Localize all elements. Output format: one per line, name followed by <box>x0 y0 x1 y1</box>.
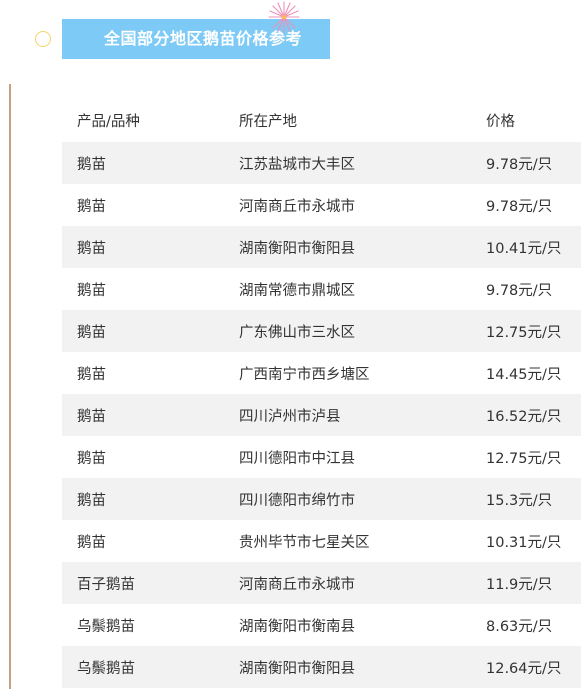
product-cell: 百子鹅苗 <box>77 576 135 593</box>
product-cell: 鹅苗 <box>77 156 106 173</box>
table-row: 鹅苗 湖南衡阳市衡阳县 10.41元/只 <box>62 226 581 268</box>
firework-icon <box>268 1 300 33</box>
origin-cell: 四川德阳市绵竹市 <box>239 492 355 509</box>
header-origin: 所在产地 <box>239 113 297 130</box>
left-accent-line <box>9 84 11 689</box>
origin-cell: 湖南衡阳市衡南县 <box>239 618 355 635</box>
price-cell: 10.41元/只 <box>486 240 562 257</box>
table-row: 鹅苗 贵州毕节市七星关区 10.31元/只 <box>62 520 581 562</box>
price-cell: 10.31元/只 <box>486 534 562 551</box>
table-row: 鹅苗 河南商丘市永城市 9.78元/只 <box>62 184 581 226</box>
product-cell: 鹅苗 <box>77 534 106 551</box>
table-row: 鹅苗 四川德阳市中江县 12.75元/只 <box>62 436 581 478</box>
table-row: 乌鬃鹅苗 湖南衡阳市衡阳县 12.64元/只 <box>62 646 581 688</box>
origin-cell: 贵州毕节市七星关区 <box>239 534 370 551</box>
decorative-circle <box>35 31 51 47</box>
table-row: 鹅苗 广西南宁市西乡塘区 14.45元/只 <box>62 352 581 394</box>
product-cell: 鹅苗 <box>77 366 106 383</box>
origin-cell: 河南商丘市永城市 <box>239 576 355 593</box>
price-cell: 15.3元/只 <box>486 492 553 509</box>
origin-cell: 湖南衡阳市衡阳县 <box>239 660 355 677</box>
price-cell: 9.78元/只 <box>486 282 553 299</box>
origin-cell: 广西南宁市西乡塘区 <box>239 366 370 383</box>
table-row: 鹅苗 江苏盐城市大丰区 9.78元/只 <box>62 142 581 184</box>
product-cell: 鹅苗 <box>77 324 106 341</box>
table-row: 百子鹅苗 河南商丘市永城市 11.9元/只 <box>62 562 581 604</box>
origin-cell: 四川德阳市中江县 <box>239 450 355 467</box>
product-cell: 鹅苗 <box>77 450 106 467</box>
price-cell: 14.45元/只 <box>486 366 562 383</box>
product-cell: 鹅苗 <box>77 198 106 215</box>
price-cell: 12.75元/只 <box>486 450 562 467</box>
product-cell: 鹅苗 <box>77 408 106 425</box>
table-row: 鹅苗 四川德阳市绵竹市 15.3元/只 <box>62 478 581 520</box>
product-cell: 鹅苗 <box>77 492 106 509</box>
origin-cell: 广东佛山市三水区 <box>239 324 355 341</box>
price-cell: 9.78元/只 <box>486 156 553 173</box>
price-table: 产品/品种 所在产地 价格 鹅苗 江苏盐城市大丰区 9.78元/只 鹅苗 河南商… <box>62 98 581 688</box>
product-cell: 乌鬃鹅苗 <box>77 660 135 677</box>
price-cell: 8.63元/只 <box>486 618 553 635</box>
header-product: 产品/品种 <box>77 113 140 130</box>
price-cell: 12.64元/只 <box>486 660 562 677</box>
price-cell: 11.9元/只 <box>486 576 553 593</box>
price-cell: 9.78元/只 <box>486 198 553 215</box>
table-row: 乌鬃鹅苗 湖南衡阳市衡南县 8.63元/只 <box>62 604 581 646</box>
origin-cell: 四川泸州市泸县 <box>239 408 341 425</box>
origin-cell: 江苏盐城市大丰区 <box>239 156 355 173</box>
table-row: 鹅苗 四川泸州市泸县 16.52元/只 <box>62 394 581 436</box>
header-price: 价格 <box>486 113 515 130</box>
product-cell: 鹅苗 <box>77 282 106 299</box>
table-row: 鹅苗 广东佛山市三水区 12.75元/只 <box>62 310 581 352</box>
product-cell: 鹅苗 <box>77 240 106 257</box>
origin-cell: 河南商丘市永城市 <box>239 198 355 215</box>
table-row: 鹅苗 湖南常德市鼎城区 9.78元/只 <box>62 268 581 310</box>
origin-cell: 湖南衡阳市衡阳县 <box>239 240 355 257</box>
origin-cell: 湖南常德市鼎城区 <box>239 282 355 299</box>
table-header-row: 产品/品种 所在产地 价格 <box>62 98 581 142</box>
product-cell: 乌鬃鹅苗 <box>77 618 135 635</box>
price-cell: 12.75元/只 <box>486 324 562 341</box>
price-cell: 16.52元/只 <box>486 408 562 425</box>
